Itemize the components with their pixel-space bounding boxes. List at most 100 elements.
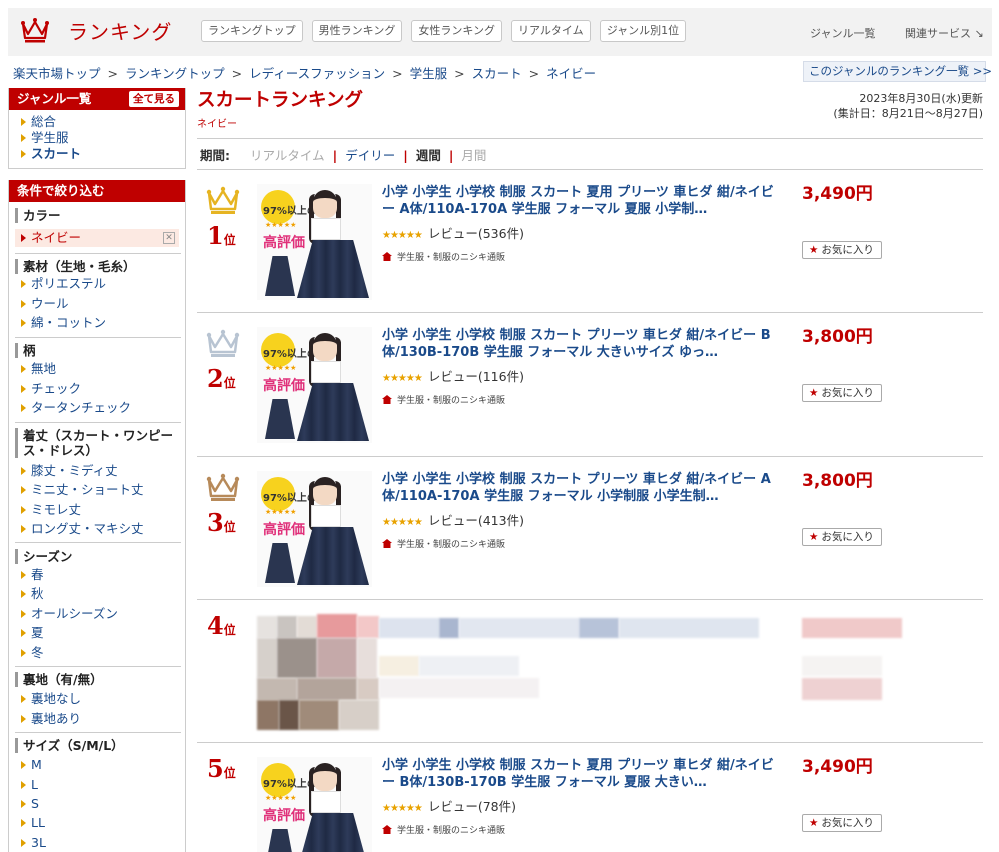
review-rating[interactable]: ★★★★★ レビュー(78件)	[382, 796, 516, 815]
ranking-logo[interactable]: ランキング	[20, 15, 172, 45]
model-figure	[313, 333, 337, 361]
filter-section-length: 着丈（スカート・ワンピース・ドレス）	[9, 428, 185, 458]
rank-value: 1	[207, 221, 224, 250]
model-figure	[311, 791, 341, 813]
favorite-button[interactable]: ★ お気に入り	[802, 384, 882, 402]
filter-item[interactable]: 裏地あり	[17, 711, 81, 727]
filter-item[interactable]: LL	[17, 815, 45, 831]
badge-stars: ★★★★★	[265, 221, 297, 229]
filter-item[interactable]: ロング丈・マキシ丈	[17, 521, 144, 537]
shop-link[interactable]: 学生服・制服のニシキ通販	[382, 250, 505, 263]
review-rating[interactable]: ★★★★★ レビュー(413件)	[382, 510, 524, 529]
filter-item[interactable]: ウール	[17, 296, 69, 312]
rank-number: 5位	[207, 754, 236, 783]
price: 3,800円	[802, 327, 873, 347]
product-title-link[interactable]: 小学 小学生 小学校 制服 スカート プリーツ 車ヒダ 紺/ネイビー A体/11…	[382, 471, 782, 505]
rank-number: 4位	[207, 611, 236, 640]
filter-item[interactable]: 冬	[17, 645, 44, 661]
genre-list-link[interactable]: ジャンル一覧	[810, 25, 875, 41]
model-figure	[311, 218, 341, 240]
breadcrumb-separator: >	[392, 66, 403, 81]
badge-label: 高評価	[263, 808, 305, 824]
product-title-link[interactable]: 小学 小学生 小学校 制服 スカート 夏用 プリーツ 車ヒダ 紺/ネイビー A体…	[382, 184, 782, 218]
genre-item-school-uniform[interactable]: 学生服	[17, 130, 185, 146]
favorite-label: お気に入り	[821, 531, 874, 543]
model-figure	[311, 505, 341, 527]
nav-realtime[interactable]: リアルタイム	[511, 20, 591, 42]
favorite-button[interactable]: ★ お気に入り	[802, 241, 882, 259]
skirt-figure	[297, 813, 369, 852]
product-image[interactable]: 97%以上の ★★★★★ 高評価	[257, 327, 372, 443]
review-rating[interactable]: ★★★★★ レビュー(116件)	[382, 366, 524, 385]
star-icon: ★	[809, 817, 819, 829]
nav-men-ranking[interactable]: 男性ランキング	[311, 20, 403, 42]
filter-section-lining: 裏地（有/無）	[9, 672, 185, 687]
breadcrumb-item[interactable]: レディースファッション	[249, 66, 385, 81]
filter-item[interactable]: ポリエステル	[17, 276, 106, 292]
favorite-button[interactable]: ★ お気に入り	[802, 814, 882, 832]
logo-text: ランキング	[68, 19, 173, 44]
filter-item[interactable]: 3L	[17, 835, 46, 851]
shop-link[interactable]: 学生服・制服のニシキ通販	[382, 393, 505, 406]
filter-section-color: カラー	[9, 208, 185, 223]
shop-home-icon	[382, 825, 392, 834]
star-icon: ★	[809, 244, 819, 256]
skirt-figure	[297, 383, 369, 441]
related-services-link[interactable]: 関連サービス ↘	[905, 25, 984, 41]
breadcrumb-item[interactable]: 学生服	[410, 66, 448, 81]
review-rating[interactable]: ★★★★★ レビュー(536件)	[382, 223, 524, 242]
product-image[interactable]: 97%以上の ★★★★★ 高評価	[257, 757, 372, 852]
badge-label: 高評価	[263, 235, 305, 251]
product-title-link[interactable]: 小学 小学生 小学校 制服 スカート プリーツ 車ヒダ 紺/ネイビー B体/13…	[382, 327, 782, 361]
filter-section-season: シーズン	[9, 549, 185, 564]
filter-item[interactable]: 春	[17, 567, 44, 583]
shop-link[interactable]: 学生服・制服のニシキ通販	[382, 823, 505, 836]
filter-item[interactable]: 裏地なし	[17, 691, 81, 707]
clear-filter-icon[interactable]: ✕	[163, 232, 175, 244]
filter-item[interactable]: 膝丈・ミディ丈	[17, 463, 118, 479]
star-rating-icon: ★★★★★	[382, 230, 423, 241]
all-view-button[interactable]: 全て見る	[129, 91, 179, 107]
divider	[197, 456, 983, 457]
nav-genre-first[interactable]: ジャンル別1位	[599, 20, 687, 42]
updated-date: 2023年8月30日(水)更新	[859, 92, 983, 105]
filter-item[interactable]: 夏	[17, 625, 44, 641]
filter-item[interactable]: 秋	[17, 586, 44, 602]
product-image[interactable]: 97%以上の ★★★★★ 高評価	[257, 471, 372, 587]
filter-item[interactable]: ミモレ丈	[17, 502, 81, 518]
genre-ranking-list-link[interactable]: このジャンルのランキング一覧 >>	[803, 61, 992, 82]
filter-item-label: ネイビー	[31, 230, 82, 245]
filter-item[interactable]: オールシーズン	[17, 606, 118, 622]
breadcrumb-item[interactable]: ネイビー	[546, 66, 596, 81]
breadcrumb-item[interactable]: ランキングトップ	[125, 66, 225, 81]
genre-item-all[interactable]: 総合	[17, 114, 185, 130]
filter-item[interactable]: M	[17, 757, 42, 773]
genre-item-skirt[interactable]: スカート	[17, 146, 185, 162]
star-icon: ★	[809, 531, 819, 543]
rank-value: 5	[207, 754, 224, 783]
filter-item[interactable]: ミニ丈・ショート丈	[17, 482, 144, 498]
breadcrumb-separator: >	[454, 66, 465, 81]
period-option-daily[interactable]: デイリー	[345, 148, 395, 163]
product-image[interactable]: 97%以上の ★★★★★ 高評価	[257, 184, 372, 300]
filter-item[interactable]: タータンチェック	[17, 400, 131, 416]
filter-item[interactable]: 無地	[17, 361, 56, 377]
divider	[197, 169, 983, 170]
filter-item[interactable]: L	[17, 777, 38, 793]
skirt-figure	[297, 527, 369, 585]
favorite-button[interactable]: ★ お気に入り	[802, 528, 882, 546]
header-bar: ランキング ランキングトップ 男性ランキング 女性ランキング リアルタイム ジャ…	[8, 8, 992, 56]
filter-item[interactable]: 綿・コットン	[17, 315, 106, 331]
nav-women-ranking[interactable]: 女性ランキング	[411, 20, 503, 42]
filter-item-navy-selected[interactable]: ネイビー ✕	[15, 229, 179, 247]
star-rating-icon: ★★★★★	[382, 373, 423, 384]
breadcrumb-item[interactable]: 楽天市場トップ	[13, 66, 101, 81]
shop-link[interactable]: 学生服・制服のニシキ通販	[382, 537, 505, 550]
filter-item[interactable]: チェック	[17, 381, 81, 397]
model-figure	[311, 361, 341, 383]
gold-crown-icon	[206, 186, 240, 214]
filter-item[interactable]: S	[17, 796, 39, 812]
product-title-link[interactable]: 小学 小学生 小学校 制服 スカート 夏用 プリーツ 車ヒダ 紺/ネイビー B体…	[382, 757, 782, 791]
nav-ranking-top[interactable]: ランキングトップ	[201, 20, 303, 42]
breadcrumb-item[interactable]: スカート	[472, 66, 522, 81]
